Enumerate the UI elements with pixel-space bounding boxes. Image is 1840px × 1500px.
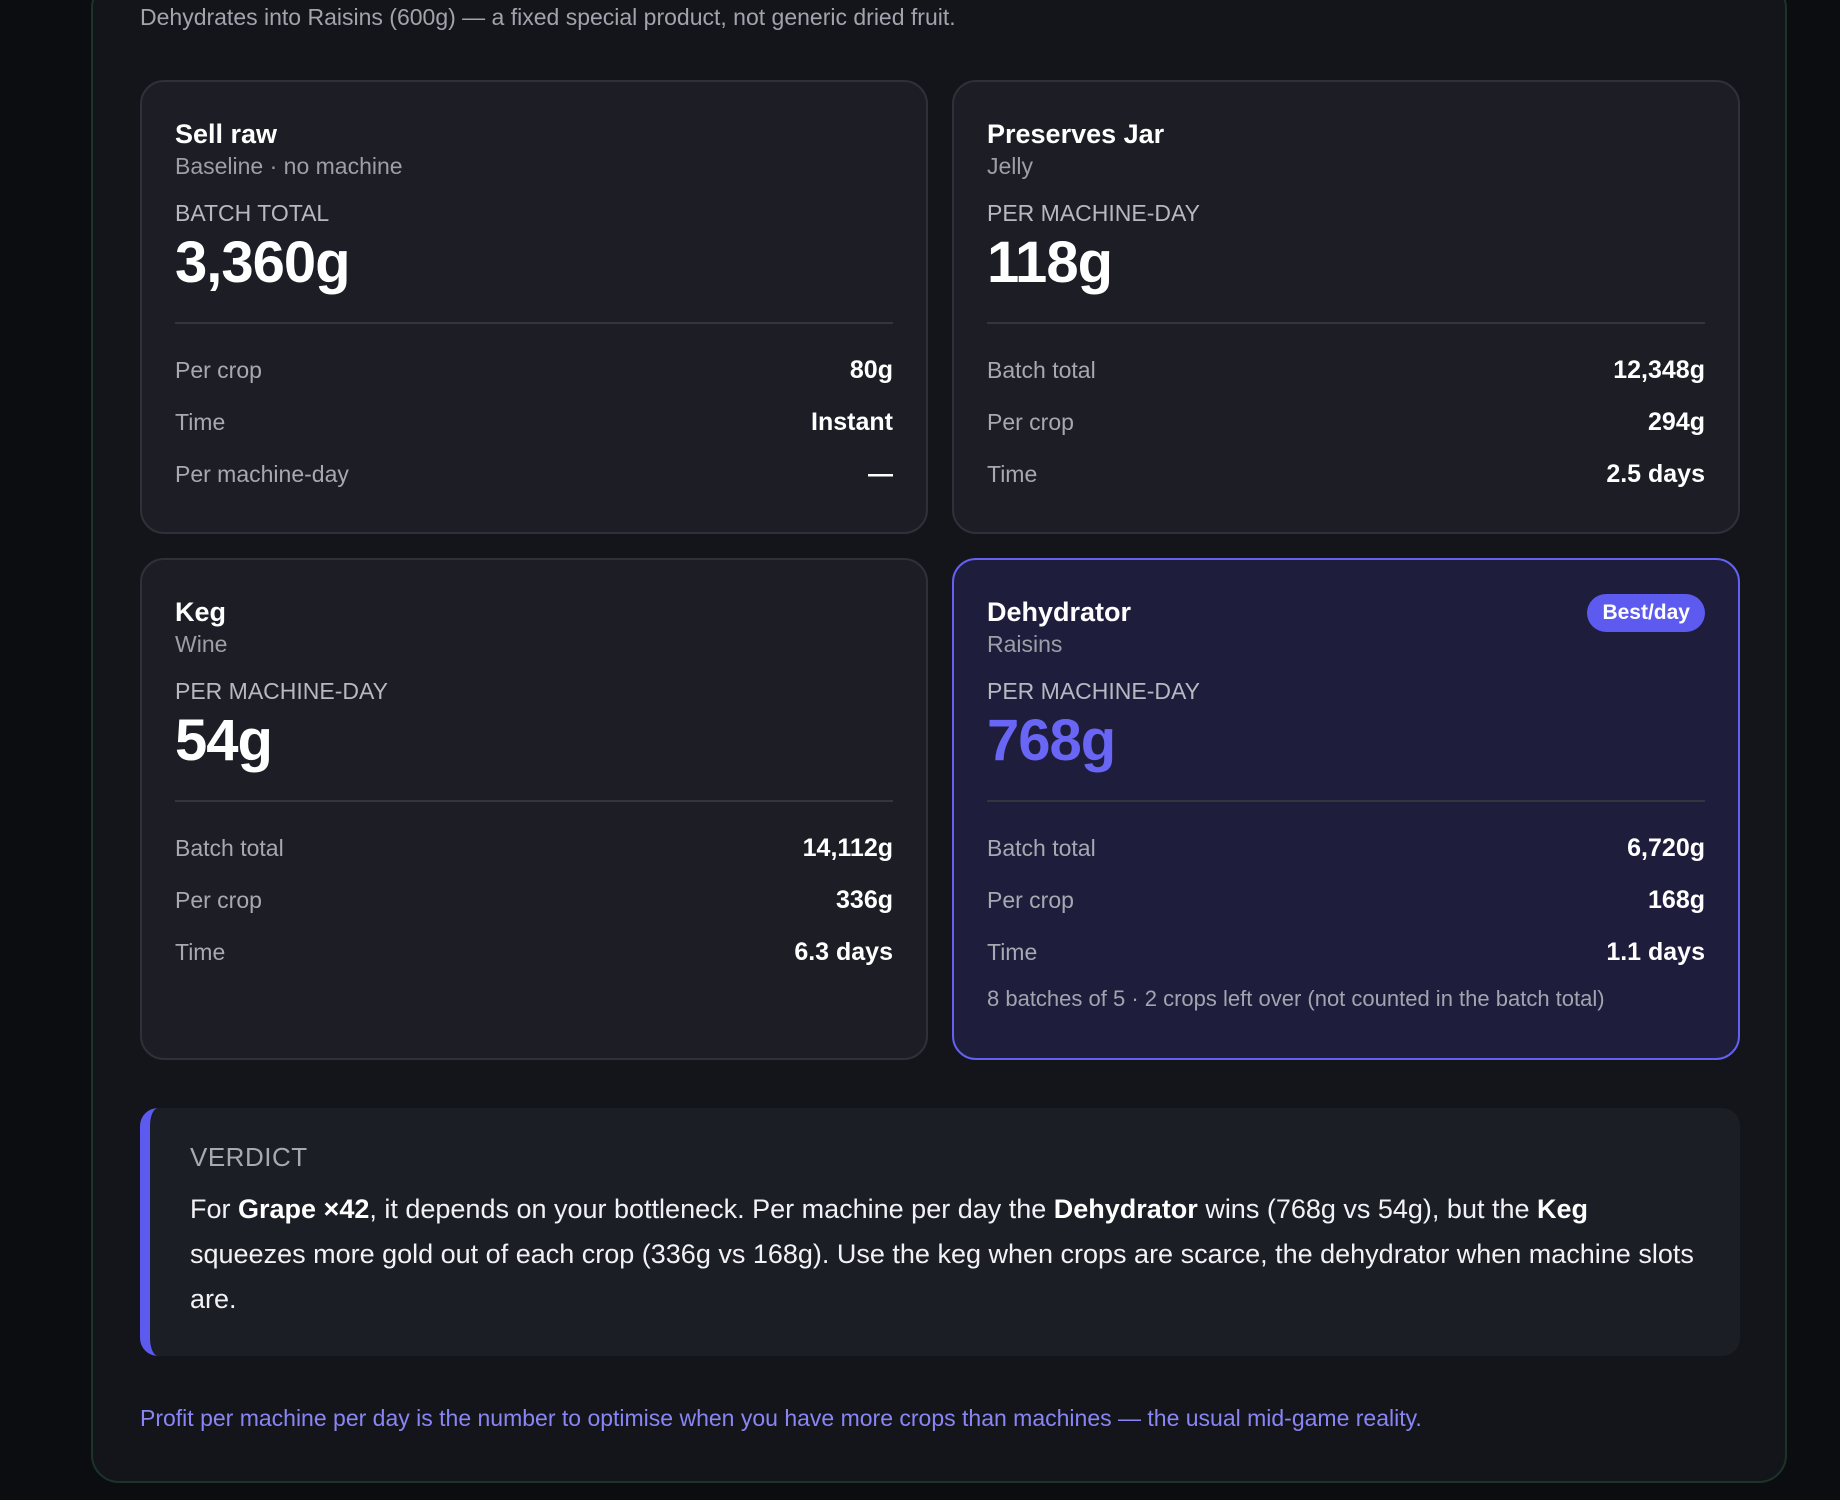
stat-value: — — [868, 459, 893, 488]
verdict-text-part: squeezes more gold out of each crop (336… — [190, 1239, 1694, 1314]
stat-row: Batch total 14,112g — [175, 822, 893, 874]
stat-value: 1.1 days — [1606, 937, 1705, 966]
option-card-keg: Keg Wine PER MACHINE-DAY 54g Batch total… — [140, 558, 928, 1060]
stat-label: Time — [175, 938, 226, 965]
metric-label: PER MACHINE-DAY — [987, 678, 1200, 705]
stats-list: Batch total 14,112g Per crop 336g Time 6… — [175, 822, 893, 978]
card-header: Keg Wine — [175, 596, 893, 658]
metric-label: BATCH TOTAL — [175, 200, 330, 227]
stat-value: 336g — [836, 885, 893, 914]
metric-label: PER MACHINE-DAY — [987, 200, 1200, 227]
option-card-sell-raw: Sell raw Baseline · no machine BATCH TOT… — [140, 80, 928, 534]
stat-row: Per crop 294g — [987, 396, 1705, 448]
metric-value: 118g — [987, 230, 1113, 296]
card-subtitle: Baseline · no machine — [175, 153, 403, 180]
divider — [987, 800, 1705, 803]
stats-list: Batch total 12,348g Per crop 294g Time 2… — [987, 344, 1705, 500]
batch-footnote: 8 batches of 5 · 2 crops left over (not … — [987, 986, 1605, 1012]
stat-value: 80g — [849, 355, 893, 384]
card-header: Sell raw Baseline · no machine — [175, 118, 893, 180]
stat-label: Batch total — [987, 834, 1096, 861]
verdict-label: VERDICT — [190, 1142, 308, 1172]
metric-value: 54g — [175, 708, 273, 774]
stat-row: Batch total 6,720g — [987, 822, 1705, 874]
stat-label: Per crop — [175, 886, 262, 913]
card-subtitle: Jelly — [987, 153, 1034, 180]
verdict-best-per-day: Dehydrator — [1053, 1194, 1198, 1224]
stat-value: 168g — [1648, 885, 1705, 914]
stat-label: Per crop — [987, 886, 1074, 913]
metric-value: 3,360g — [175, 230, 351, 296]
metric-value: 768g — [987, 708, 1116, 774]
stat-label: Batch total — [987, 356, 1096, 383]
stat-row: Time 1.1 days — [987, 926, 1705, 978]
stat-value: Instant — [811, 407, 893, 436]
stat-value: 294g — [1648, 407, 1705, 436]
stat-row: Time 2.5 days — [987, 448, 1705, 500]
verdict-text-part: For — [190, 1194, 239, 1224]
option-card-dehydrator: Dehydrator Raisins Best/day PER MACHINE-… — [952, 558, 1740, 1060]
stat-value: 6,720g — [1627, 833, 1705, 862]
stat-label: Per crop — [175, 356, 262, 383]
divider — [175, 322, 893, 325]
stat-row: Per crop 336g — [175, 874, 893, 926]
verdict-crop: Grape ×42 — [238, 1194, 370, 1224]
stats-list: Batch total 6,720g Per crop 168g Time 1.… — [987, 822, 1705, 978]
verdict-text-part: , it depends on your bottleneck. Per mac… — [369, 1194, 1054, 1224]
stat-row: Time 6.3 days — [175, 926, 893, 978]
card-subtitle: Raisins — [987, 631, 1063, 658]
stat-label: Time — [175, 408, 226, 435]
stat-label: Time — [987, 460, 1038, 487]
card-header: Preserves Jar Jelly — [987, 118, 1705, 180]
stat-label: Per machine-day — [175, 460, 349, 487]
card-header: Dehydrator Raisins Best/day — [987, 594, 1705, 658]
card-title: Keg — [175, 597, 227, 627]
best-per-day-badge: Best/day — [1587, 594, 1705, 632]
stat-row: Per machine-day — — [175, 448, 893, 500]
verdict-text-part: wins (768g vs 54g), but the — [1197, 1194, 1537, 1224]
stat-value: 2.5 days — [1606, 459, 1705, 488]
stat-label: Batch total — [175, 834, 284, 861]
product-note: Dehydrates into Raisins (600g) — a fixed… — [140, 4, 956, 30]
stats-list: Per crop 80g Time Instant Per machine-da… — [175, 344, 893, 500]
verdict-box: VERDICT For Grape ×42, it depends on you… — [140, 1108, 1740, 1356]
verdict-best-per-crop: Keg — [1537, 1194, 1589, 1224]
stat-value: 14,112g — [802, 833, 893, 862]
stat-row: Time Instant — [175, 396, 893, 448]
stat-label: Per crop — [987, 408, 1074, 435]
stat-value: 12,348g — [1613, 355, 1705, 384]
card-title: Preserves Jar — [987, 119, 1165, 149]
stat-value: 6.3 days — [794, 937, 893, 966]
card-title: Sell raw — [175, 119, 278, 149]
card-subtitle: Wine — [175, 631, 228, 658]
stat-row: Per crop 168g — [987, 874, 1705, 926]
stat-row: Batch total 12,348g — [987, 344, 1705, 396]
optimisation-tip: Profit per machine per day is the number… — [140, 1405, 1422, 1431]
divider — [175, 800, 893, 803]
verdict-text: For Grape ×42, it depends on your bottle… — [190, 1187, 1700, 1322]
option-card-preserves-jar: Preserves Jar Jelly PER MACHINE-DAY 118g… — [952, 80, 1740, 534]
metric-label: PER MACHINE-DAY — [175, 678, 388, 705]
stat-label: Time — [987, 938, 1038, 965]
divider — [987, 322, 1705, 325]
stat-row: Per crop 80g — [175, 344, 893, 396]
